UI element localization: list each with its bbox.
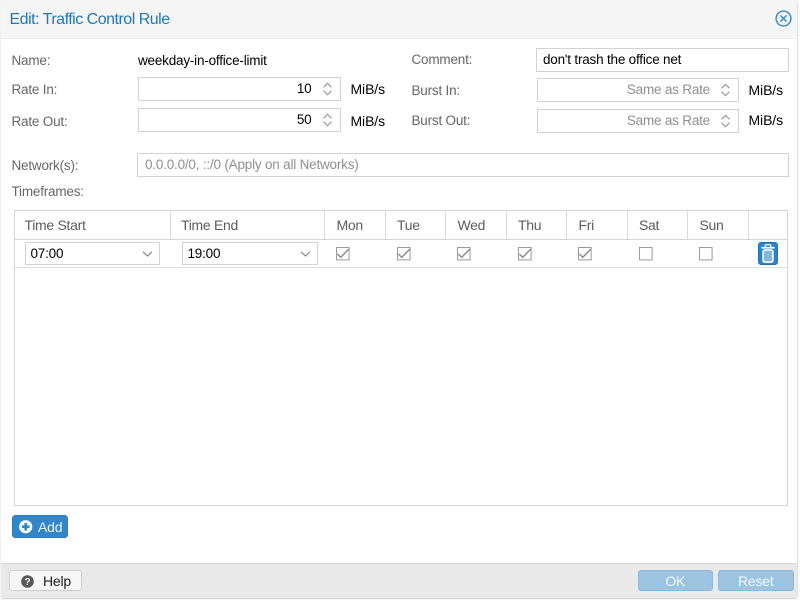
svg-text:?: ? — [24, 577, 30, 588]
